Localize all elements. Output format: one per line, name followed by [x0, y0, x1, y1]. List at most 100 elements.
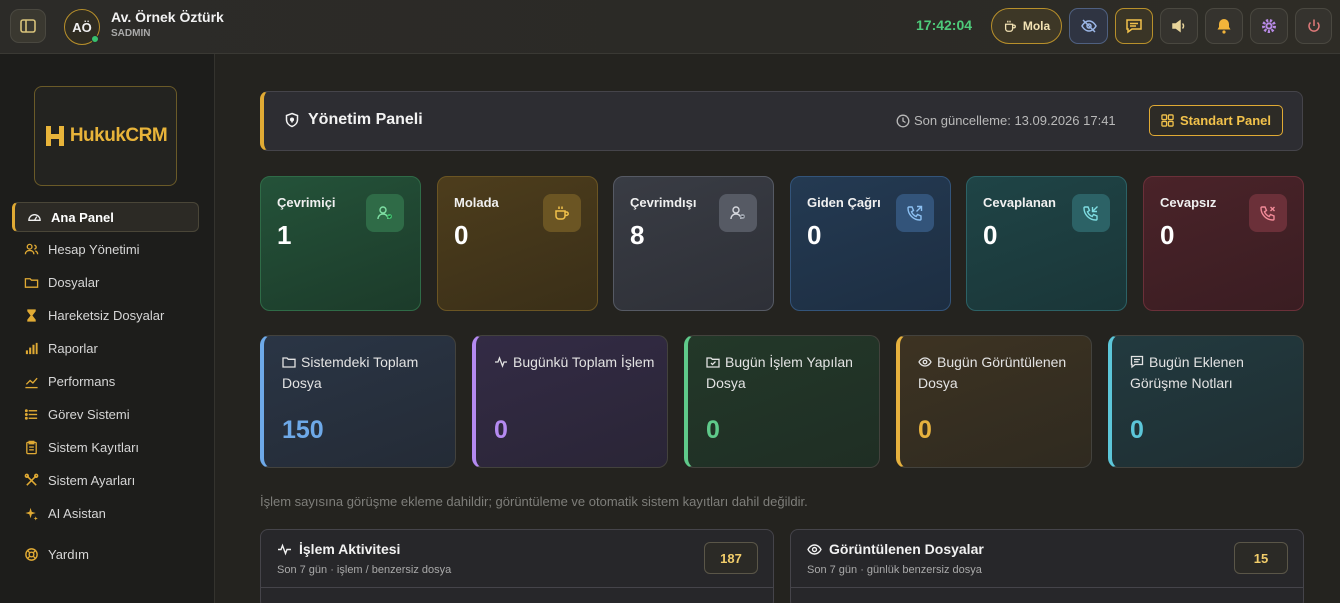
folder-icon [24, 277, 39, 288]
sidebar-item-raporlar[interactable]: Raporlar [12, 333, 199, 363]
panel-subtitle: Son 7 gün · işlem / benzersiz dosya [277, 564, 452, 576]
stat-label: Çevrimiçi [277, 195, 336, 210]
sidebar-item-hareketsiz-dosyalar[interactable]: Hareketsiz Dosyalar [12, 300, 199, 330]
settings-button[interactable] [1250, 8, 1288, 44]
info-label-text: Bugün Eklenen Görüşme Notları [1130, 354, 1244, 391]
shield-icon [285, 112, 299, 128]
grid-icon [1161, 114, 1174, 127]
info-value: 0 [494, 416, 508, 444]
gear-icon [1262, 19, 1276, 33]
sidebar-item-label: Hesap Yönetimi [48, 241, 140, 257]
panel-title-text: Görüntülenen Dosyalar [829, 541, 984, 557]
stat-icon-box [543, 194, 581, 232]
sidebar-item-dosyalar[interactable]: Dosyalar [12, 267, 199, 297]
notifications-button[interactable] [1205, 8, 1243, 44]
sidebar-item-label: Sistem Ayarları [48, 472, 136, 488]
sidebar-toggle-icon [20, 19, 36, 33]
stat-value: 0 [454, 220, 469, 250]
sidebar-item-hesap-yonetimi[interactable]: Hesap Yönetimi [12, 234, 199, 264]
panel-title-text: İşlem Aktivitesi [299, 541, 401, 557]
stat-card-on-break[interactable]: Molada 0 [437, 176, 598, 311]
info-card-today-processed-files[interactable]: Bugün İşlem Yapılan Dosya 0 [684, 335, 880, 468]
info-note: İşlem sayısına görüşme ekleme dahildir; … [260, 494, 808, 509]
sidebar-toggle-button[interactable] [10, 9, 46, 43]
sidebar-item-label: AI Asistan [48, 505, 106, 521]
stat-card-missed-calls[interactable]: Cevapsız 0 [1143, 176, 1304, 311]
stat-label: Cevapsız [1160, 195, 1217, 210]
info-label-text: Bugün İşlem Yapılan Dosya [706, 354, 853, 391]
tools-icon [24, 473, 39, 486]
break-button[interactable]: Mola [991, 8, 1062, 44]
info-label: Bugün Görüntülenen Dosya [918, 352, 1088, 394]
user-name: Av. Örnek Öztürk [111, 9, 224, 25]
sidebar-item-performans[interactable]: Performans [12, 366, 199, 396]
info-card-today-operations[interactable]: Bugünkü Toplam İşlem 0 [472, 335, 668, 468]
sidebar-item-label: Performans [48, 373, 116, 389]
activity-icon [495, 356, 507, 368]
info-label: Bugün Eklenen Görüşme Notları [1130, 352, 1300, 394]
panel-subtitle: Son 7 gün · günlük benzersiz dosya [807, 564, 982, 576]
power-icon [1307, 19, 1320, 32]
info-label-text: Bugün Görüntülenen Dosya [918, 354, 1067, 391]
panel-count-badge: 187 [704, 542, 758, 574]
clock: 17:42:04 [916, 17, 973, 33]
user-check-icon [377, 206, 392, 220]
info-value: 0 [706, 416, 720, 444]
bar-chart-icon [25, 342, 38, 354]
stat-icon-box [1072, 194, 1110, 232]
standard-panel-button[interactable]: Standart Panel [1149, 105, 1283, 136]
chat-icon [1126, 19, 1142, 34]
sidebar: HukukCRM Ana Panel Hesap Yönetimi Dosyal… [0, 54, 215, 603]
messages-button[interactable] [1115, 8, 1153, 44]
stat-value: 0 [807, 220, 822, 250]
info-value: 0 [1130, 416, 1144, 444]
info-card-today-call-notes[interactable]: Bugün Eklenen Görüşme Notları 0 [1108, 335, 1304, 468]
coffee-icon [555, 206, 569, 220]
stat-value: 0 [983, 220, 998, 250]
stat-value: 1 [277, 220, 292, 250]
logo[interactable]: HukukCRM [34, 86, 177, 186]
stat-card-answered-calls[interactable]: Cevaplanan 0 [966, 176, 1127, 311]
folder-icon [282, 357, 296, 368]
sidebar-item-ana-panel[interactable]: Ana Panel [12, 202, 199, 232]
page-title: Yönetim Paneli [284, 111, 423, 129]
sidebar-item-yardim[interactable]: Yardım [12, 539, 199, 569]
sidebar-item-sistem-kayitlari[interactable]: Sistem Kayıtları [12, 432, 199, 462]
sidebar-item-label: Raporlar [48, 340, 98, 356]
user-x-icon [730, 206, 745, 220]
phone-outgoing-icon [907, 205, 923, 221]
stat-card-offline[interactable]: Çevrimdışı 8 [613, 176, 774, 311]
logo-mark-icon [45, 126, 64, 146]
coffee-icon [1004, 20, 1016, 32]
sidebar-item-sistem-ayarlari[interactable]: Sistem Ayarları [12, 465, 199, 495]
standard-panel-label: Standart Panel [1179, 113, 1272, 128]
stat-card-outgoing-calls[interactable]: Giden Çağrı 0 [790, 176, 951, 311]
sidebar-item-label: Ana Panel [51, 209, 114, 225]
info-value: 0 [918, 416, 932, 444]
user-role: SADMIN [111, 28, 151, 39]
logo-text: HukukCRM [69, 125, 168, 146]
clock-icon [896, 114, 910, 127]
logout-button[interactable] [1295, 8, 1332, 44]
stat-card-online[interactable]: Çevrimiçi 1 [260, 176, 421, 311]
info-value: 150 [282, 416, 324, 444]
activity-icon [278, 543, 291, 555]
speaker-icon [1172, 19, 1185, 33]
info-card-total-files[interactable]: Sistemdeki Toplam Dosya 150 [260, 335, 456, 468]
privacy-toggle-button[interactable] [1069, 8, 1108, 44]
sidebar-item-gorev-sistemi[interactable]: Görev Sistemi [12, 399, 199, 429]
stat-label: Cevaplanan [983, 195, 1056, 210]
eye-off-icon [1080, 19, 1097, 33]
operations-activity-panel: İşlem Aktivitesi Son 7 gün · işlem / ben… [260, 529, 774, 603]
bell-icon [1217, 19, 1231, 34]
panel-count-badge: 15 [1234, 542, 1288, 574]
stat-value: 0 [1160, 220, 1175, 250]
info-card-today-viewed-files[interactable]: Bugün Görüntülenen Dosya 0 [896, 335, 1092, 468]
stat-icon-box [896, 194, 934, 232]
sidebar-item-label: Sistem Kayıtları [48, 439, 140, 455]
main-content: Yönetim Paneli Son güncelleme: 13.09.202… [216, 55, 1340, 603]
sidebar-item-ai-asistan[interactable]: AI Asistan [12, 498, 199, 528]
panel-title: İşlem Aktivitesi [277, 541, 400, 557]
list-icon [24, 408, 38, 420]
sound-button[interactable] [1160, 8, 1198, 44]
